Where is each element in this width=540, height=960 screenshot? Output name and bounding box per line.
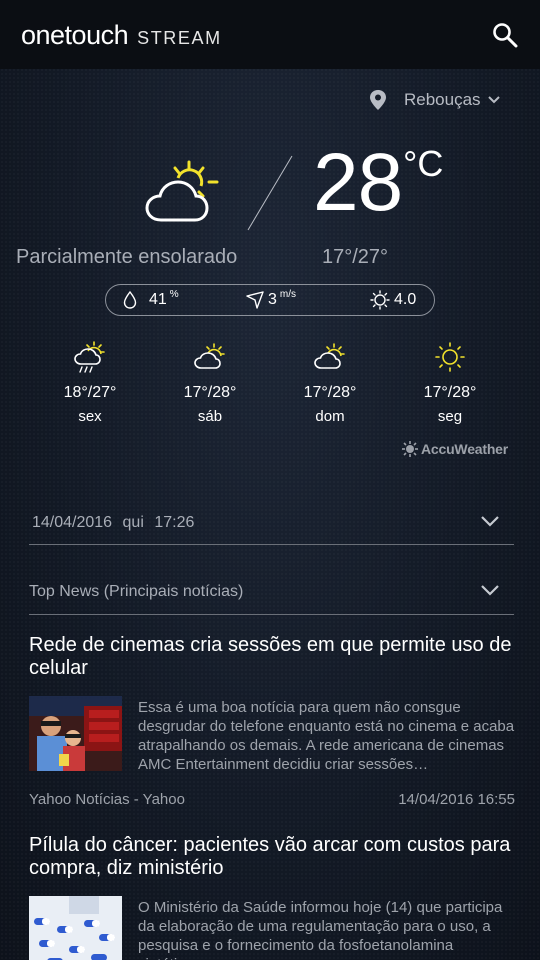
pills-image — [29, 896, 122, 960]
temperature-unit: °C — [403, 143, 444, 184]
current-temperature: 28 — [313, 137, 403, 228]
article-title[interactable]: Pílula do câncer: pacientes vão arcar co… — [29, 834, 515, 880]
wind-direction-icon — [246, 291, 264, 309]
article-source: Yahoo Notícias - Yahoo — [29, 791, 185, 808]
partly-sunny-icon — [145, 160, 219, 222]
forecast-range: 17°/28° — [423, 384, 477, 401]
wind-value: 3 — [268, 291, 277, 308]
uv-sun-icon — [370, 290, 390, 310]
forecast-row: 18°/27° sex 17°/28° sáb 17°/28° dom 17°/… — [30, 340, 510, 430]
partly-sunny-icon — [194, 343, 225, 369]
news-section-header[interactable]: Top News (Principais notícias) — [29, 571, 514, 615]
article-thumbnail[interactable] — [29, 896, 122, 960]
forecast-range: 17°/28° — [303, 384, 357, 401]
uv-stat: 4.0 — [370, 285, 416, 315]
today-range: 17°/27° — [322, 246, 389, 268]
datetime-text: 14/04/2016 qui 17:26 — [32, 514, 194, 532]
news-section-title: Top News (Principais notícias) — [29, 583, 244, 600]
forecast-day[interactable]: 18°/27° sex — [30, 340, 150, 425]
location-pin-icon[interactable] — [368, 89, 388, 111]
brand-main: onetouch — [21, 20, 129, 50]
article-summary: Essa é uma boa notícia para quem não con… — [138, 699, 515, 773]
divider-line — [247, 155, 293, 231]
chevron-down-icon[interactable] — [480, 515, 500, 527]
wind-stat: 3 m/s — [246, 285, 296, 315]
brand-sub: STREAM — [137, 28, 222, 48]
partly-sunny-rain-icon — [74, 341, 105, 373]
forecast-day[interactable]: 17°/28° dom — [270, 340, 390, 425]
news-article[interactable]: Rede de cinemas cria sessões em que perm… — [29, 634, 515, 814]
search-icon[interactable] — [492, 22, 518, 48]
forecast-range: 17°/28° — [183, 384, 237, 401]
article-summary: O Ministério da Saúde informou hoje (14)… — [138, 899, 503, 960]
brand-logo: onetouch STREAM — [21, 20, 222, 51]
accuweather-logo[interactable]: AccuWeather — [402, 441, 508, 457]
forecast-day[interactable]: 17°/28° seg — [390, 340, 510, 425]
sunny-icon — [435, 342, 465, 372]
article-time: 14/04/2016 16:55 — [398, 791, 515, 808]
cinema-image — [29, 696, 122, 771]
chevron-down-icon[interactable] — [480, 584, 500, 596]
datetime-bar[interactable]: 14/04/2016 qui 17:26 — [29, 502, 514, 545]
article-thumbnail[interactable] — [29, 696, 122, 771]
news-article[interactable]: Pílula do câncer: pacientes vão arcar co… — [29, 834, 515, 960]
article-title[interactable]: Rede de cinemas cria sessões em que perm… — [29, 634, 515, 680]
wind-unit: m/s — [279, 288, 297, 300]
weekday-value: qui — [122, 514, 144, 531]
time-value: 17:26 — [154, 514, 195, 531]
accuweather-sun-icon — [402, 441, 418, 457]
humidity-stat: 41 % — [123, 285, 179, 315]
forecast-day-name: seg — [437, 408, 463, 425]
date-value: 14/04/2016 — [32, 514, 113, 531]
forecast-day-name: dom — [315, 408, 345, 425]
forecast-day-name: sáb — [197, 408, 223, 425]
humidity-unit: % — [169, 288, 179, 300]
forecast-range: 18°/27° — [63, 384, 117, 401]
humidity-value: 41 — [149, 291, 167, 308]
weather-condition: Parcialmente ensolarado — [16, 246, 238, 268]
app-header: onetouch STREAM — [0, 0, 540, 69]
forecast-day[interactable]: 17°/28° sáb — [150, 340, 270, 425]
droplet-icon — [123, 291, 137, 309]
provider-label: AccuWeather — [421, 441, 509, 457]
forecast-day-name: sex — [78, 408, 102, 425]
partly-sunny-icon — [314, 343, 345, 369]
chevron-down-icon[interactable] — [487, 95, 501, 105]
uv-value: 4.0 — [394, 291, 417, 308]
location-label[interactable]: Rebouças — [404, 90, 481, 110]
weather-stats: 41 % 3 m/s 4.0 — [105, 284, 435, 316]
